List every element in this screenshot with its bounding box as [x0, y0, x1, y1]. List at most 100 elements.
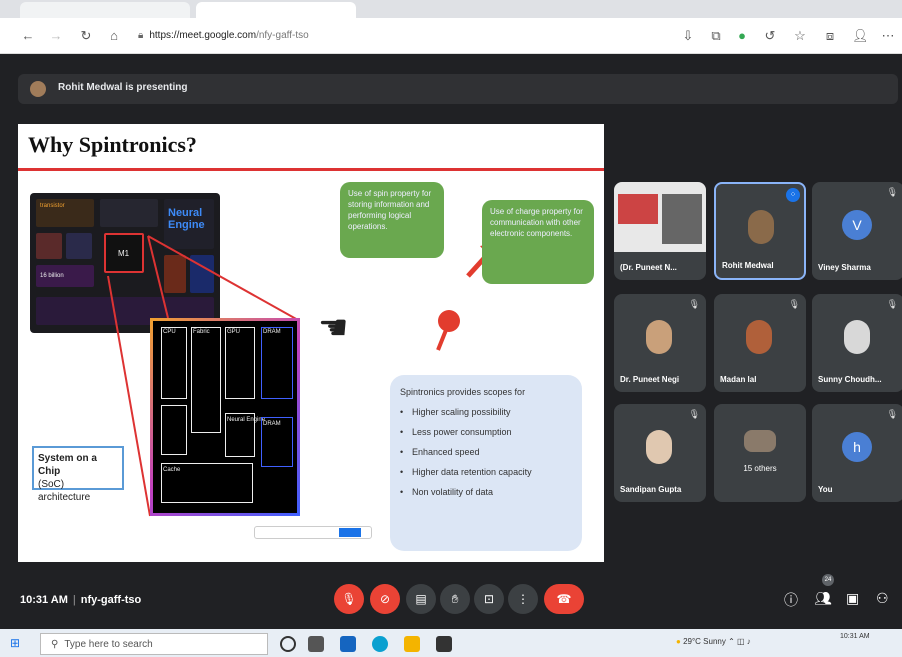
- slide-search-pill: [254, 526, 372, 539]
- screen-preview-chart: [618, 194, 658, 224]
- self-avatar: h: [842, 432, 872, 462]
- sun-icon: ●: [676, 637, 681, 646]
- profile-icon[interactable]: 👤︎: [852, 28, 869, 44]
- browser-tab[interactable]: [20, 2, 190, 18]
- browser-tabstrip: [0, 0, 902, 18]
- meeting-info: 10:31 AM | nfy-gaff-tso: [20, 594, 141, 606]
- camera-toggle-button[interactable]: ⊘: [370, 584, 400, 614]
- taskbar-search-input[interactable]: ⚲ Type here to search: [40, 633, 268, 655]
- speaking-icon: ⁘: [786, 188, 800, 202]
- io-block: [161, 405, 187, 455]
- soc-line-2: (SoC) architecture: [38, 479, 91, 503]
- favorite-icon[interactable]: ☆: [792, 28, 808, 44]
- mic-toggle-button[interactable]: 🎙︎: [334, 584, 364, 614]
- charge-bubble: Use of charge property for communication…: [482, 200, 594, 284]
- store-icon[interactable]: [436, 636, 452, 652]
- more-options-button[interactable]: ⋮: [508, 584, 538, 614]
- participant-tile-self[interactable]: 🎙︎ h You: [812, 404, 902, 502]
- reload-icon[interactable]: ↻: [78, 28, 94, 44]
- participant-tile[interactable]: 🎙︎ Sandipan Gupta: [614, 404, 706, 502]
- participant-name: (Dr. Puneet N...: [620, 263, 677, 272]
- spin-list: Higher scaling possibility Less power co…: [400, 407, 572, 497]
- spin-bubble: Use of spin property for storing informa…: [340, 182, 444, 258]
- leave-call-button[interactable]: ☎︎: [544, 584, 584, 614]
- participant-photo: [746, 320, 772, 354]
- people-icon[interactable]: 👥︎: [814, 590, 832, 607]
- extension-icon[interactable]: ●: [734, 28, 750, 44]
- tab-icon[interactable]: ⧉: [708, 28, 724, 44]
- participant-photo: [646, 320, 672, 354]
- file-explorer-icon[interactable]: [404, 636, 420, 652]
- participant-tile[interactable]: 🎙︎ Madan lal: [714, 294, 806, 392]
- app-icon[interactable]: [340, 636, 356, 652]
- chat-icon[interactable]: ▣: [846, 590, 859, 607]
- raise-hand-button[interactable]: ✋︎: [440, 584, 470, 614]
- separator: |: [72, 594, 76, 606]
- collections-icon[interactable]: ⧈: [822, 28, 838, 44]
- lock-icon: 🔒︎: [138, 30, 144, 41]
- participant-tile-active[interactable]: ⁘ Rohit Medwal: [714, 182, 806, 280]
- download-icon[interactable]: ⇩: [680, 28, 696, 44]
- pointing-hand-icon: ☚: [318, 309, 349, 347]
- participant-avatar: V: [842, 210, 872, 240]
- taskbar-clock[interactable]: 10:31 AM: [840, 633, 870, 640]
- others-count: 15 others: [743, 464, 777, 473]
- search-placeholder: Type here to search: [64, 639, 153, 650]
- dram-block: [261, 327, 293, 399]
- windows-start-icon[interactable]: ⊞: [10, 636, 24, 650]
- presenting-bar: Rohit Medwal is presenting: [18, 74, 898, 104]
- gpu-block: [225, 327, 255, 399]
- soc-label-box: System on a Chip (SoC) architecture: [32, 446, 124, 503]
- screen-preview: [614, 182, 706, 252]
- participant-name: Dr. Puneet Negi: [620, 375, 680, 384]
- fabric-block: [191, 327, 221, 433]
- participant-tile[interactable]: (Dr. Puneet N...: [614, 182, 706, 280]
- home-icon[interactable]: ⌂: [106, 28, 122, 44]
- participant-tile[interactable]: 15 others: [714, 404, 806, 502]
- group-avatars: [744, 430, 776, 452]
- participant-photo: [646, 430, 672, 464]
- browser-toolbar: ← → ↻ ⌂ 🔒︎ https://meet.google.com/nfy-ga…: [0, 18, 902, 54]
- neural-engine-zoom-label: Neural Engine: [227, 417, 266, 423]
- participant-name: Viney Sharma: [818, 263, 871, 272]
- mic-off-icon: 🎙︎: [886, 187, 898, 197]
- spin-ball: [438, 310, 460, 332]
- browser-tab-active[interactable]: [196, 2, 356, 18]
- cpu-block: [161, 327, 187, 399]
- url-path: /nfy-gaff-tso: [256, 30, 309, 41]
- list-item: Non volatility of data: [400, 487, 572, 497]
- participant-photo: [844, 320, 870, 354]
- back-icon[interactable]: ←: [20, 28, 36, 44]
- captions-button[interactable]: ▤: [406, 584, 436, 614]
- spin-box-title: Spintronics provides scopes for: [400, 387, 526, 397]
- refresh-ext-icon[interactable]: ↺: [762, 28, 778, 44]
- mic-off-icon: 🎙︎: [688, 409, 700, 419]
- forward-icon[interactable]: →: [48, 28, 64, 44]
- participant-name: You: [818, 485, 833, 494]
- screen-preview-panel: [662, 194, 702, 244]
- task-view-icon[interactable]: [308, 636, 324, 652]
- participant-tile[interactable]: 🎙︎ Sunny Choudh...: [812, 294, 902, 392]
- dram-label: DRAM: [263, 329, 281, 335]
- present-button[interactable]: ⊡: [474, 584, 504, 614]
- mic-off-icon: 🎙︎: [886, 409, 898, 419]
- participant-photo: [748, 210, 774, 244]
- participant-name: Rohit Medwal: [722, 261, 774, 270]
- shared-slide: Why Spintronics? Neural Engine M1 16 bil…: [18, 124, 604, 562]
- info-icon[interactable]: ⓘ: [784, 590, 798, 610]
- participant-tile[interactable]: 🎙︎ V Viney Sharma: [812, 182, 902, 280]
- address-bar[interactable]: 🔒︎ https://meet.google.com/nfy-gaff-tso: [138, 26, 658, 46]
- weather-tray[interactable]: ● 29°C Sunny ⌃ ◫ ♪: [676, 637, 751, 646]
- edge-icon[interactable]: [372, 636, 388, 652]
- participant-name: Sunny Choudh...: [818, 375, 882, 384]
- mic-off-icon: 🎙︎: [886, 299, 898, 309]
- presenter-avatar: [30, 81, 46, 97]
- participant-tile[interactable]: 🎙︎ Dr. Puneet Negi: [614, 294, 706, 392]
- cache-label: Cache: [163, 467, 181, 473]
- cortana-icon[interactable]: [280, 636, 296, 652]
- meeting-time: 10:31 AM: [20, 594, 68, 606]
- more-icon[interactable]: ⋯: [880, 28, 896, 44]
- activities-icon[interactable]: ⚇: [876, 590, 889, 607]
- mic-off-icon: 🎙︎: [788, 299, 800, 309]
- fabric-label: Fabric: [193, 329, 210, 335]
